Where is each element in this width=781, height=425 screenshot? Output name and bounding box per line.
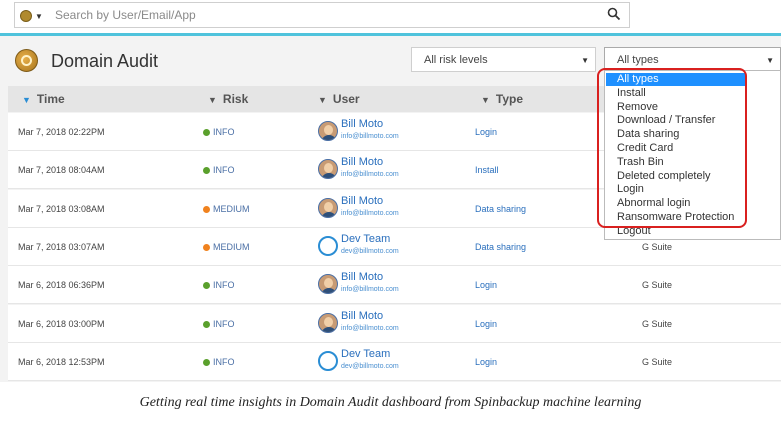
event-type-link[interactable]: Login xyxy=(475,319,497,329)
user-email-link[interactable]: info@billmoto.com xyxy=(341,210,399,217)
chevron-down-icon[interactable]: ▼ xyxy=(35,12,43,21)
user-email-link[interactable]: info@billmoto.com xyxy=(341,133,399,140)
risk-dot-icon xyxy=(203,205,210,213)
user-email-link[interactable]: dev@billmoto.com xyxy=(341,363,399,370)
risk-badge: INFO xyxy=(203,357,235,367)
event-type-link[interactable]: Data sharing xyxy=(475,204,526,214)
risk-label: INFO xyxy=(213,127,235,137)
chevron-down-icon: ▼ xyxy=(318,95,327,105)
user-avatar-icon xyxy=(318,197,338,218)
risk-badge: INFO xyxy=(203,319,235,329)
user-email-link[interactable]: info@billmoto.com xyxy=(341,325,399,332)
chevron-down-icon: ▼ xyxy=(208,95,217,105)
sort-chevron-icon: ▼ xyxy=(22,95,31,105)
risk-dot-icon xyxy=(203,358,210,366)
page-title: Domain Audit xyxy=(51,51,159,71)
account-avatar-icon[interactable] xyxy=(20,10,32,22)
event-time: Mar 7, 2018 02:22PM xyxy=(18,127,105,137)
user-name-link[interactable]: Bill Moto xyxy=(341,156,383,168)
column-label: Type xyxy=(495,92,524,106)
team-avatar-icon xyxy=(318,235,338,256)
user-name-link[interactable]: Bill Moto xyxy=(341,195,383,207)
figure-caption: Getting real time insights in Domain Aud… xyxy=(139,395,642,410)
column-header-time[interactable]: ▼ Time xyxy=(22,92,65,106)
user-avatar-icon xyxy=(318,121,338,141)
team-avatar-icon xyxy=(318,350,338,371)
event-type-link[interactable]: Install xyxy=(475,165,499,175)
column-label: Time xyxy=(36,92,65,106)
column-header-type[interactable]: ▼ Type xyxy=(481,92,523,106)
event-type-link[interactable]: Login xyxy=(475,280,497,290)
risk-label: INFO xyxy=(213,356,235,367)
chevron-down-icon: ▼ xyxy=(581,56,589,65)
user-name-link[interactable]: Dev Team xyxy=(341,348,390,360)
search-input[interactable]: Search by User/Email/App xyxy=(55,8,196,22)
event-type-link[interactable]: Data sharing xyxy=(475,242,526,252)
table-row[interactable]: Mar 6, 2018 03:00PM INFO Bill Moto info@… xyxy=(8,304,781,343)
risk-label: INFO xyxy=(213,280,235,291)
app-name: G Suite xyxy=(642,241,673,252)
table-row[interactable]: Mar 6, 2018 06:36PM INFO Bill Moto info@… xyxy=(8,266,781,305)
user-name-link[interactable]: Bill Moto xyxy=(341,118,383,130)
risk-level-select[interactable]: All risk levels ▼ xyxy=(411,47,596,72)
event-type-link[interactable]: Login xyxy=(475,357,497,367)
search-icon[interactable] xyxy=(607,7,621,21)
risk-dot-icon xyxy=(203,167,210,175)
column-header-user[interactable]: ▼ User xyxy=(318,92,360,106)
spinbackup-logo-icon xyxy=(15,49,38,72)
risk-label: MEDIUM xyxy=(213,203,250,214)
app-name: G Suite xyxy=(642,356,673,367)
column-label: User xyxy=(332,92,360,106)
top-bar: ▼ Search by User/Email/App xyxy=(0,0,781,34)
event-type-link[interactable]: Login xyxy=(475,127,497,137)
search-box[interactable]: ▼ Search by User/Email/App xyxy=(14,2,630,28)
user-email-link[interactable]: dev@billmoto.com xyxy=(341,248,399,255)
user-name-link[interactable]: Bill Moto xyxy=(341,271,383,283)
event-time: Mar 7, 2018 03:07AM xyxy=(18,241,105,252)
risk-label: MEDIUM xyxy=(213,241,250,252)
risk-label: INFO xyxy=(213,318,235,329)
user-avatar-icon xyxy=(318,159,338,180)
event-time: Mar 6, 2018 12:53PM xyxy=(18,356,105,367)
chevron-down-icon: ▼ xyxy=(766,56,774,65)
app-name: G Suite xyxy=(642,280,673,291)
risk-dot-icon xyxy=(203,320,210,328)
highlight-annotation xyxy=(597,68,747,228)
risk-level-select-value: All risk levels xyxy=(424,54,488,66)
table-row[interactable]: Mar 6, 2018 12:53PM INFO Dev Team dev@bi… xyxy=(8,342,781,381)
type-select-value: All types xyxy=(617,54,659,66)
risk-dot-icon xyxy=(203,243,210,251)
user-email-link[interactable]: info@billmoto.com xyxy=(341,286,399,293)
user-name-link[interactable]: Bill Moto xyxy=(341,310,383,322)
user-avatar-icon xyxy=(318,312,338,333)
chevron-down-icon: ▼ xyxy=(481,95,490,105)
event-time: Mar 6, 2018 03:00PM xyxy=(18,318,105,329)
column-label: Risk xyxy=(222,92,249,106)
risk-dot-icon xyxy=(203,129,210,136)
column-header-risk[interactable]: ▼ Risk xyxy=(208,92,248,106)
risk-label: INFO xyxy=(213,165,235,176)
event-time: Mar 6, 2018 06:36PM xyxy=(18,280,105,291)
risk-badge: INFO xyxy=(203,280,235,290)
event-time: Mar 7, 2018 03:08AM xyxy=(18,203,105,214)
risk-dot-icon xyxy=(203,282,210,290)
risk-badge: INFO xyxy=(203,165,235,175)
risk-badge: INFO xyxy=(203,127,235,137)
app-name: G Suite xyxy=(642,318,673,329)
event-time: Mar 7, 2018 08:04AM xyxy=(18,165,105,176)
user-name-link[interactable]: Dev Team xyxy=(341,233,390,245)
risk-badge: MEDIUM xyxy=(203,242,250,252)
user-email-link[interactable]: info@billmoto.com xyxy=(341,171,399,178)
risk-badge: MEDIUM xyxy=(203,204,250,214)
user-avatar-icon xyxy=(318,274,338,295)
